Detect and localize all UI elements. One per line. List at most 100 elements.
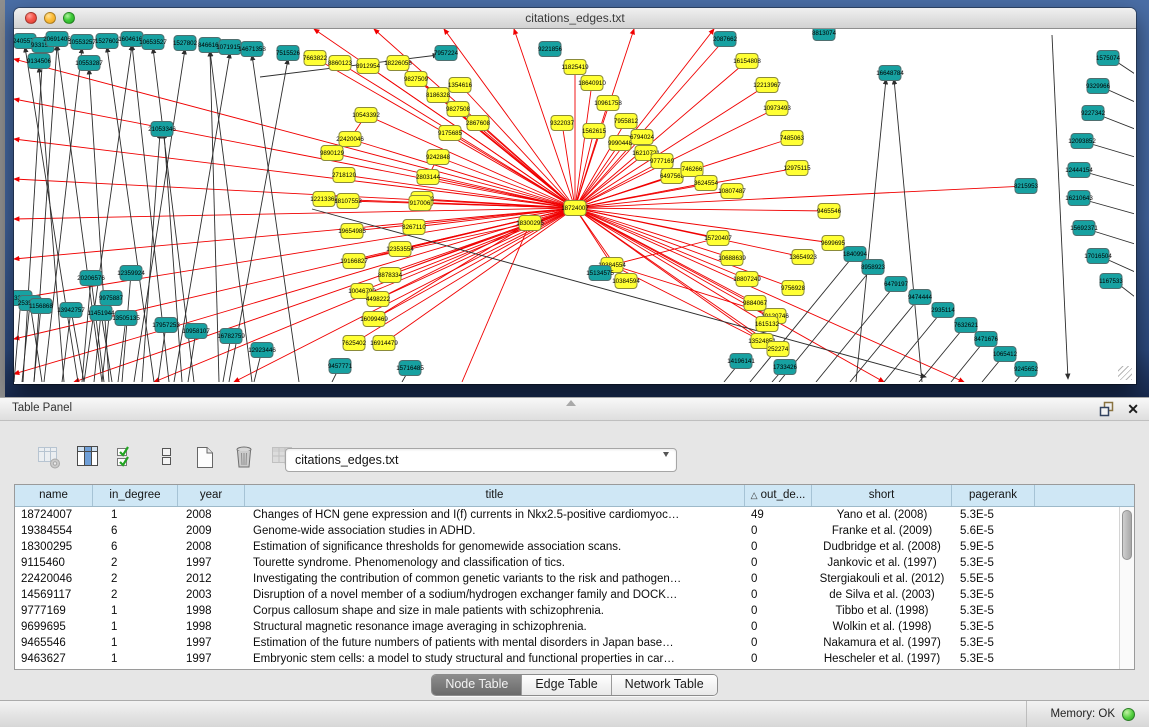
graph-node[interactable]: 7625402: [342, 336, 367, 351]
graph-node[interactable]: 9221856: [538, 42, 563, 57]
graph-node[interactable]: 14671358: [238, 42, 266, 57]
graph-node[interactable]: 8267110: [402, 220, 426, 235]
graph-node[interactable]: 2867608: [466, 116, 491, 131]
graph-node[interactable]: 9827508: [446, 102, 471, 117]
graph-node[interactable]: 12923446: [248, 343, 276, 358]
column-header-out_de[interactable]: △out_de...: [745, 485, 812, 506]
table-row[interactable]: 1830029562008Estimation of significance …: [15, 539, 1134, 555]
graph-node[interactable]: 9777169: [650, 154, 675, 169]
graph-node[interactable]: 9322037: [550, 116, 575, 131]
graph-node[interactable]: 8813074: [812, 29, 837, 41]
graph-node[interactable]: 13942757: [57, 303, 85, 318]
graph-node[interactable]: 9890129: [320, 146, 345, 161]
graph-node[interactable]: 1575074: [1096, 51, 1121, 66]
graph-node[interactable]: 9884067: [743, 296, 768, 311]
table-row[interactable]: 911546021997Tourette syndrome. Phenomeno…: [15, 555, 1134, 571]
graph-node[interactable]: 10961758: [594, 96, 622, 111]
graph-node[interactable]: 21053346: [148, 122, 176, 137]
graph-node[interactable]: 9242848: [426, 150, 451, 165]
graph-node[interactable]: 15134575: [586, 266, 614, 281]
graph-node[interactable]: 13654923: [789, 250, 817, 265]
graph-node[interactable]: 18226058: [384, 56, 412, 71]
graph-node[interactable]: 10553257: [68, 35, 96, 50]
graph-node[interactable]: 12444154: [1065, 163, 1093, 178]
column-header-year[interactable]: year: [178, 485, 245, 506]
graph-node[interactable]: 252274: [767, 342, 789, 357]
graph-node[interactable]: 10973493: [763, 101, 791, 116]
graph-node[interactable]: 9245652: [1014, 362, 1039, 377]
graph-node[interactable]: 10384594: [612, 274, 640, 289]
graph-node[interactable]: 9134506: [27, 54, 52, 69]
graph-node[interactable]: 22420046: [336, 132, 364, 147]
graph-node[interactable]: 18107552: [334, 194, 362, 209]
memory-status-indicator-icon[interactable]: [1122, 708, 1135, 721]
tab-network-table[interactable]: Network Table: [612, 675, 717, 695]
table-row[interactable]: 977716911998Corpus callosum shape and si…: [15, 603, 1134, 619]
column-header-pagerank[interactable]: pagerank: [952, 485, 1035, 506]
graph-node[interactable]: 9756928: [781, 281, 806, 296]
graph-node[interactable]: 11451944: [87, 306, 115, 321]
graph-node[interactable]: 9175685: [438, 126, 463, 141]
graph-node[interactable]: 10553287: [75, 56, 103, 71]
graph-node[interactable]: 1527602: [95, 34, 120, 49]
graph-node[interactable]: 12975115: [783, 161, 811, 176]
graph-node[interactable]: 746266: [681, 162, 703, 177]
graph-node[interactable]: 917006: [409, 196, 431, 211]
graph-node[interactable]: 10688639: [718, 251, 746, 266]
graph-node[interactable]: 8186328: [426, 88, 451, 103]
table-row[interactable]: 946554611997Estimation of the future num…: [15, 635, 1134, 651]
graph-node[interactable]: 8860123: [328, 56, 353, 71]
graph-node[interactable]: 8912954: [356, 59, 381, 74]
graph-node[interactable]: 10543392: [352, 108, 380, 123]
table-row[interactable]: 969969511998Structural magnetic resonanc…: [15, 619, 1134, 635]
table-row[interactable]: 2242004622012Investigating the contribut…: [15, 571, 1134, 587]
graph-node[interactable]: 16914479: [370, 336, 398, 351]
graph-node[interactable]: 18640910: [578, 76, 606, 91]
tab-node-table[interactable]: Node Table: [432, 675, 522, 695]
graph-node[interactable]: 7632621: [954, 318, 979, 333]
graph-node[interactable]: 15716485: [396, 361, 424, 376]
graph-node[interactable]: 8878334: [378, 268, 403, 283]
graph-node[interactable]: 8215953: [1014, 179, 1039, 194]
graph-node[interactable]: 8471676: [974, 332, 999, 347]
graph-node[interactable]: 16648784: [876, 66, 904, 81]
graph-node[interactable]: 12213967: [753, 78, 781, 93]
column-header-name[interactable]: name: [15, 485, 93, 506]
new-table-icon[interactable]: [190, 443, 220, 473]
graph-node[interactable]: 10653527: [139, 35, 167, 50]
table-scrollbar[interactable]: [1119, 507, 1134, 669]
panel-resize-handle[interactable]: [566, 400, 576, 406]
graph-node[interactable]: 9465546: [817, 204, 842, 219]
graph-node[interactable]: 3624554: [694, 176, 719, 191]
graph-node[interactable]: 9975887: [99, 291, 124, 306]
graph-node[interactable]: 10958107: [182, 324, 210, 339]
graph-node[interactable]: 1156868: [29, 299, 53, 314]
row-height-icon[interactable]: [151, 443, 181, 473]
delete-rows-icon[interactable]: [229, 443, 259, 473]
select-columns-icon[interactable]: [112, 443, 142, 473]
graph-node[interactable]: 4498222: [366, 292, 391, 307]
graph-node[interactable]: 18807249: [733, 272, 761, 287]
window-zoom-button[interactable]: [63, 12, 75, 24]
graph-node[interactable]: 15692371: [1070, 221, 1098, 236]
graph-node[interactable]: 2935114: [931, 303, 955, 318]
graph-node[interactable]: 18724007: [561, 201, 589, 216]
table-row[interactable]: 1938455462009Genome-wide association stu…: [15, 523, 1134, 539]
window-close-button[interactable]: [25, 12, 37, 24]
graph-node[interactable]: 7663822: [303, 51, 328, 66]
graph-node[interactable]: 8958923: [861, 260, 886, 275]
graph-node[interactable]: 1615132: [755, 317, 780, 332]
graph-node[interactable]: 1733426: [773, 360, 798, 375]
table-row[interactable]: 1872400712008Changes of HCN gene express…: [15, 507, 1134, 523]
graph-node[interactable]: 1065412: [993, 347, 1018, 362]
graph-node[interactable]: 9457771: [328, 359, 353, 374]
graph-node[interactable]: 16099469: [360, 312, 388, 327]
graph-node[interactable]: 9227342: [1081, 106, 1106, 121]
graph-node[interactable]: 20206576: [77, 271, 105, 286]
graph-node[interactable]: 11825419: [561, 60, 589, 75]
graph-node[interactable]: 19166827: [340, 254, 368, 269]
graph-node[interactable]: 7485063: [780, 131, 805, 146]
column-header-in_degree[interactable]: in_degree: [93, 485, 178, 506]
graph-node[interactable]: 6794024: [630, 130, 655, 145]
graph-node[interactable]: 7955812: [614, 114, 639, 129]
